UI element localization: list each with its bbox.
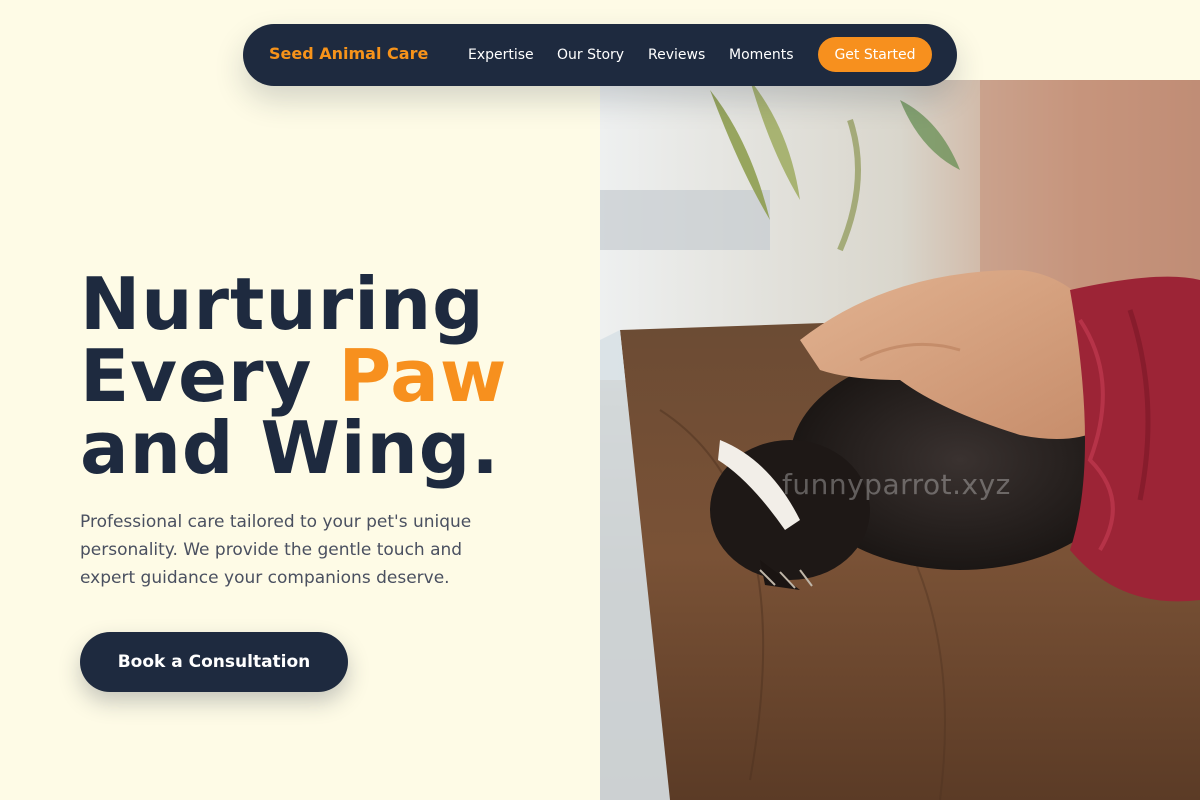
image-watermark: funnyparrot.xyz [782, 468, 1011, 501]
headline-line-2: Every Paw [80, 340, 507, 412]
photo-illustration [600, 80, 1200, 800]
hero-headline: Nurturing Every Paw and Wing. [80, 268, 507, 484]
nav-link-expertise[interactable]: Expertise [468, 47, 534, 63]
nav-link-our-story[interactable]: Our Story [557, 47, 624, 63]
book-consultation-button[interactable]: Book a Consultation [80, 632, 348, 692]
get-started-button[interactable]: Get Started [818, 37, 932, 72]
landing-page: Seed Animal Care Expertise Our Story Rev… [0, 0, 1200, 800]
headline-line-3: and Wing. [80, 406, 500, 490]
nav-link-moments[interactable]: Moments [729, 47, 794, 63]
hero-subtext: Professional care tailored to your pet's… [80, 512, 472, 588]
hero-image-skunk-photo: funnyparrot.xyz [600, 80, 1200, 800]
nav-link-reviews[interactable]: Reviews [648, 47, 705, 63]
top-navigation: Seed Animal Care Expertise Our Story Rev… [243, 24, 957, 86]
headline-line-1: Nurturing [80, 262, 485, 346]
